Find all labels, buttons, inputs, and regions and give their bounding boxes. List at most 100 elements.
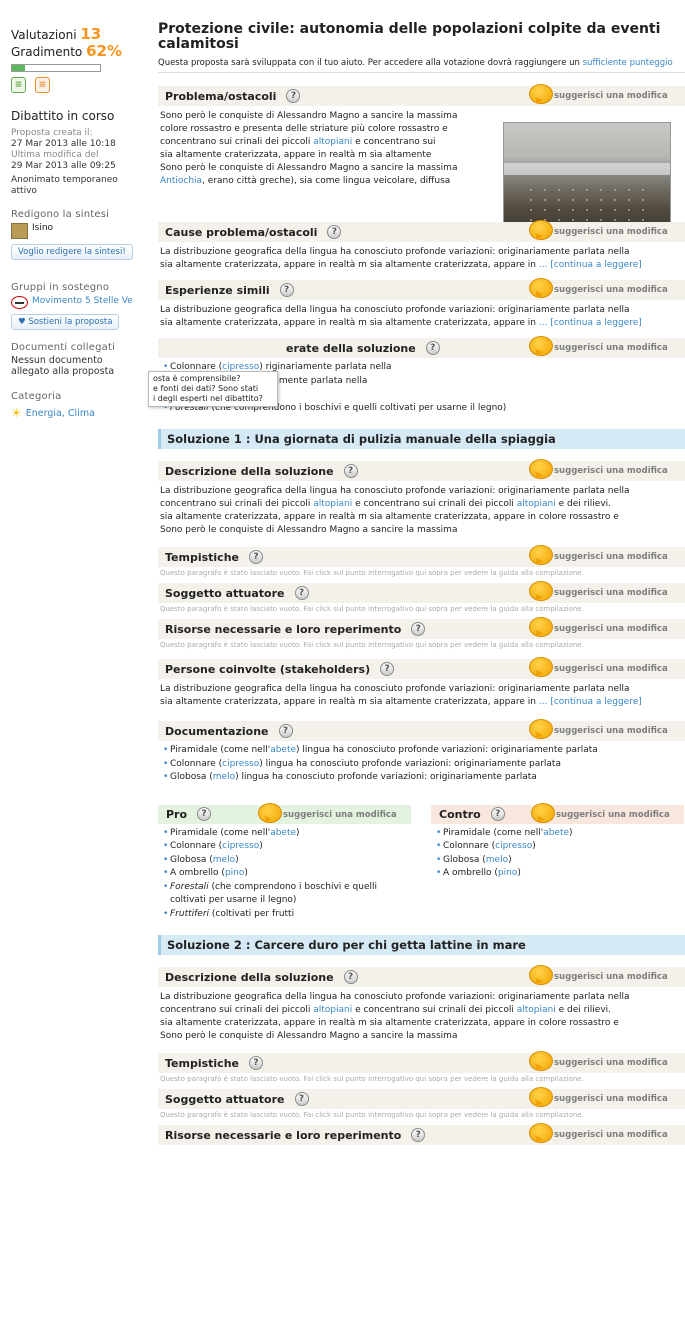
suggest-edit-button[interactable]: suggerisci una modifica (529, 214, 668, 240)
approval-value: 62% (86, 42, 122, 60)
section-timing: Tempistiche ? suggerisci una modifica (158, 545, 685, 567)
help-icon[interactable]: ? (286, 89, 301, 103)
approval-bar (11, 64, 101, 72)
inline-link[interactable]: cipresso (495, 841, 532, 851)
inline-link[interactable]: altopiani (517, 1005, 556, 1015)
text-fragment: Piramidale (come nell' (443, 827, 544, 838)
section-solution-description: Descrizione della soluzione ? suggerisci… (158, 459, 685, 481)
documentation-list: Piramidale (come nell'abete) lingua ha c… (158, 741, 685, 785)
help-icon[interactable]: ? (279, 283, 294, 297)
suggest-edit-button[interactable]: suggerisci una modifica (529, 330, 668, 356)
inline-link[interactable]: abete (543, 828, 569, 838)
inline-link[interactable]: altopiani (313, 137, 352, 147)
help-icon[interactable]: ? (343, 970, 358, 984)
text-fragment: ) (569, 827, 573, 838)
inline-link[interactable]: abete (270, 745, 296, 755)
group-link[interactable]: Movimento 5 Stelle Ve (32, 296, 133, 307)
speech-bubble-icon (529, 581, 553, 601)
inline-link[interactable]: melo (486, 855, 508, 865)
solution-description-text: La distribuzione geografica della lingua… (158, 481, 685, 537)
text-line: sia altamente craterizzata, appare in re… (160, 1018, 619, 1028)
suggest-edit-button[interactable]: suggerisci una modifica (529, 272, 668, 298)
inline-link[interactable]: cipresso (222, 841, 259, 851)
text-line: colore rossastro e presenta delle striat… (160, 124, 448, 134)
speech-bubble-icon (529, 278, 553, 298)
anonymity-status: Anonimato temporaneo attivo (11, 175, 118, 196)
continue-reading-link[interactable]: ... [continua a leggere] (539, 697, 642, 707)
help-tooltip: osta è comprensibile? e fonti dei dati? … (148, 371, 278, 407)
created-date: 27 Mar 2013 alle 10:18 (11, 139, 116, 149)
section-actor: Soggetto attuatore ? suggerisci una modi… (158, 581, 685, 603)
suggest-edit-button[interactable]: suggerisci una modifica (529, 453, 668, 479)
suggest-edit-button[interactable]: suggerisci una modifica (529, 611, 668, 637)
suggest-edit-button[interactable]: suggerisci una modifica (258, 797, 397, 823)
solution-1-title: Soluzione 1 : Una giornata di pulizia ma… (158, 429, 685, 449)
text-fragment: ) (259, 841, 263, 851)
suggest-edit-button[interactable]: suggerisci una modifica (529, 1081, 668, 1107)
suggest-edit-button[interactable]: suggerisci una modifica (529, 78, 668, 104)
text-fragment: Colonnare ( (443, 841, 496, 851)
like-icon[interactable]: ≡ (11, 77, 26, 93)
speech-bubble-icon (529, 459, 553, 479)
inline-link[interactable]: cipresso (222, 759, 259, 769)
suggest-edit-button[interactable]: suggerisci una modifica (529, 539, 668, 565)
help-icon[interactable]: ? (327, 225, 342, 239)
suggest-edit-button[interactable]: suggerisci una modifica (529, 1117, 668, 1143)
author-name[interactable]: Isino (32, 223, 53, 234)
help-icon[interactable]: ? (490, 807, 505, 821)
inline-link[interactable]: altopiani (313, 1005, 352, 1015)
text-line: concentrano sui crinali dei piccoli alto… (160, 498, 683, 511)
inline-link[interactable]: melo (213, 855, 235, 865)
help-icon[interactable]: ? (294, 586, 309, 600)
contro-heading: Contro ? suggerisci una modifica (431, 802, 684, 824)
help-icon[interactable]: ? (278, 724, 293, 738)
suggest-edit-button[interactable]: suggerisci una modifica (529, 959, 668, 985)
text-fragment: concentrano sui crinali dei piccoli (160, 499, 314, 509)
help-icon[interactable]: ? (197, 807, 212, 821)
inline-link[interactable]: abete (270, 828, 296, 838)
inline-link[interactable]: pino (225, 868, 244, 878)
continue-reading-link[interactable]: ... [continua a leggere] (539, 260, 642, 270)
inline-link[interactable]: melo (213, 772, 235, 782)
debate-status: Dibattito in corso (11, 109, 115, 123)
inline-link[interactable]: pino (498, 868, 517, 878)
suggest-edit-button[interactable]: suggerisci una modifica (529, 713, 668, 739)
continue-reading-link[interactable]: ... [continua a leggere] (539, 318, 642, 328)
suggest-edit-button[interactable]: suggerisci una modifica (529, 575, 668, 601)
page-title: Protezione civile: autonomia delle popol… (158, 21, 661, 52)
suggest-edit-button[interactable]: suggerisci una modifica (529, 1045, 668, 1071)
help-icon[interactable]: ? (249, 550, 263, 564)
text-fragment: e concentrano sui crinali dei piccoli (352, 499, 517, 509)
speech-bubble-icon (529, 336, 553, 356)
speech-bubble-icon (529, 1087, 553, 1107)
help-icon[interactable]: ? (249, 1056, 263, 1070)
speech-bubble-icon (529, 1123, 553, 1143)
avatar[interactable] (11, 223, 28, 239)
help-icon[interactable]: ? (425, 341, 440, 355)
help-icon[interactable]: ? (411, 1128, 426, 1142)
text-line: La distribuzione geografica della lingua… (160, 992, 630, 1002)
inline-link[interactable]: altopiani (517, 499, 556, 509)
write-synthesis-button[interactable]: Voglio redigere la sintesi! (11, 244, 133, 260)
list-item: A ombrello (pino) (436, 867, 684, 881)
help-icon[interactable]: ? (294, 1092, 309, 1106)
inline-link[interactable]: Antiochia (160, 176, 202, 186)
text-fragment: Globosa ( (443, 854, 486, 865)
score-link[interactable]: sufficiente punteggio (583, 58, 673, 68)
suggest-edit-button[interactable]: suggerisci una modifica (531, 797, 670, 823)
section-solution-description: Descrizione della soluzione ? suggerisci… (158, 965, 685, 987)
solution-2-title: Soluzione 2 : Carcere duro per chi getta… (158, 935, 685, 955)
speech-bubble-icon (529, 1051, 553, 1071)
support-proposal-button[interactable]: ♥ Sostieni la proposta (11, 314, 120, 330)
text-fragment: e dei rilievi. (555, 499, 612, 509)
text-line: concentrano sui crinali dei piccoli alto… (160, 1004, 683, 1017)
dislike-icon[interactable]: ≡ (35, 77, 50, 93)
help-icon[interactable]: ? (380, 662, 395, 676)
category-link[interactable]: Energia, Clima (26, 408, 95, 419)
suggest-edit-button[interactable]: suggerisci una modifica (529, 651, 668, 677)
text-line: Sono però le conquiste di Alessandro Mag… (160, 1031, 458, 1041)
inline-link[interactable]: altopiani (313, 499, 352, 509)
help-icon[interactable]: ? (411, 622, 426, 636)
help-icon[interactable]: ? (343, 464, 358, 478)
text-fragment: Piramidale (come nell' (170, 745, 271, 755)
